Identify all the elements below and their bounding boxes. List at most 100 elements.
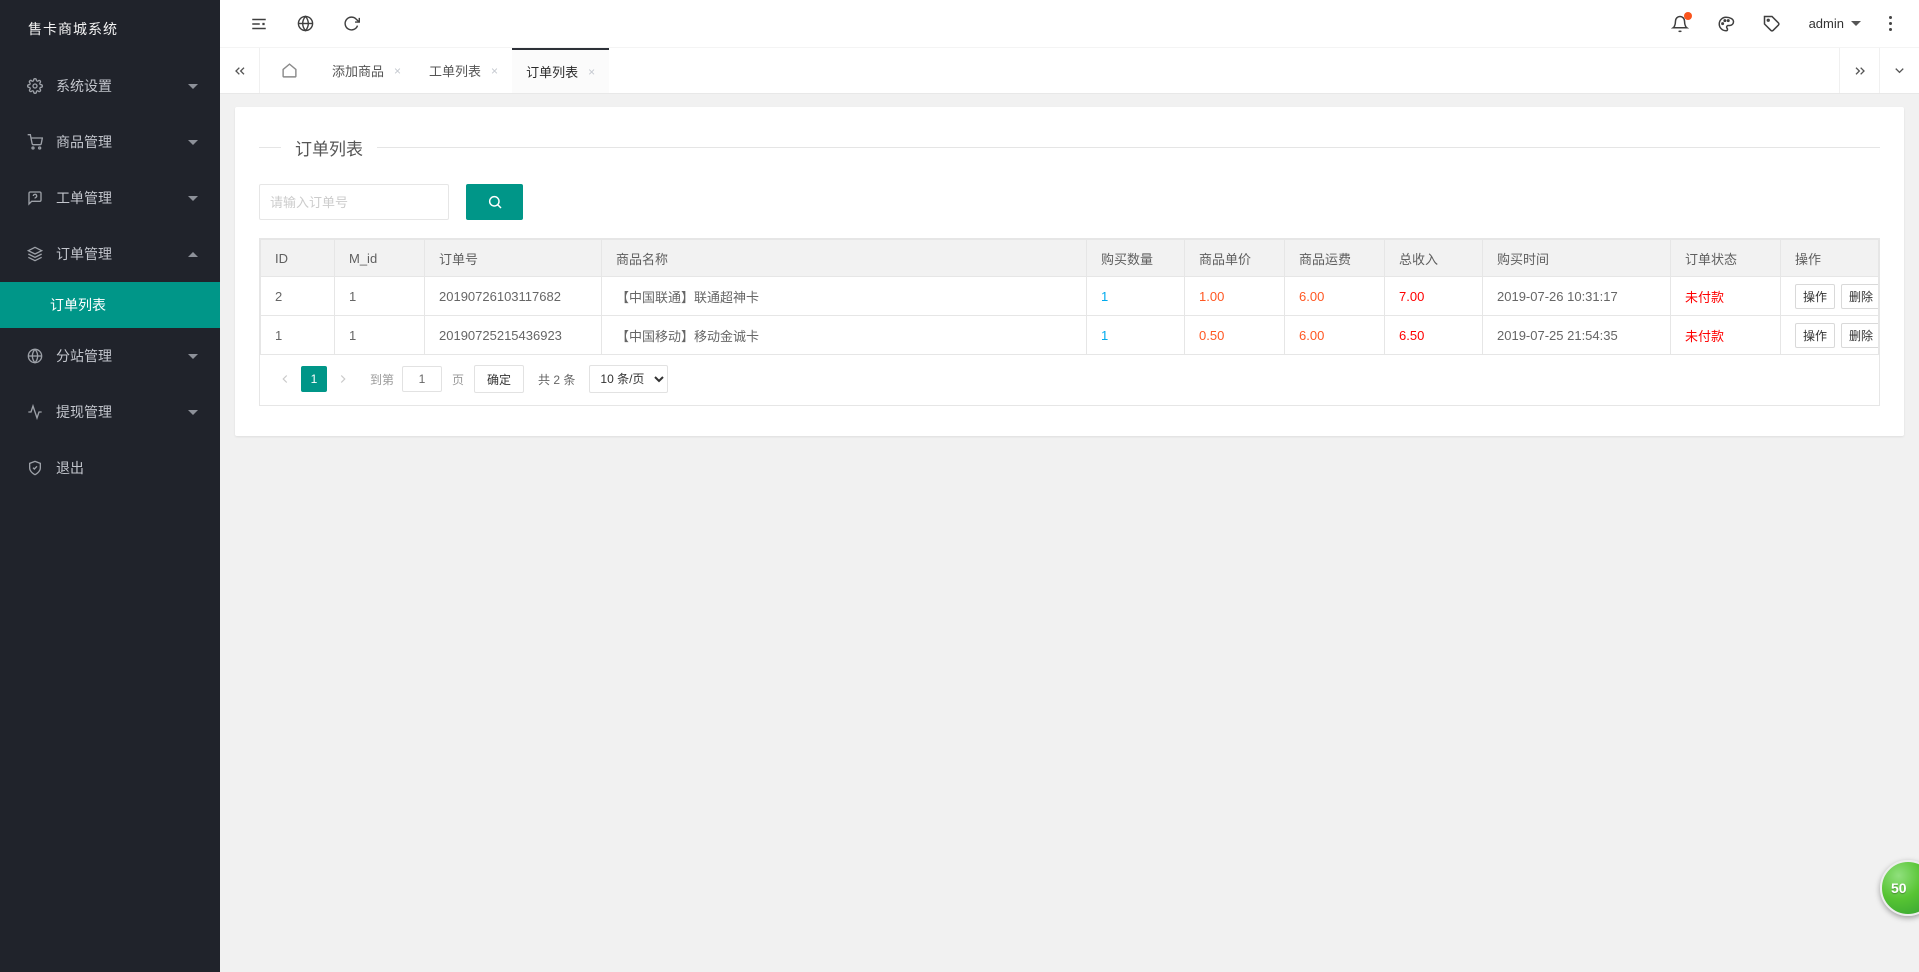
- page-size-select[interactable]: 10 条/页: [589, 365, 668, 393]
- sidebar-item-label: 工单管理: [56, 188, 112, 208]
- globe-icon: [26, 348, 43, 365]
- double-chevron-right-icon: [1852, 63, 1868, 79]
- row-action-button[interactable]: 操作: [1795, 284, 1835, 309]
- cell-status: 未付款: [1671, 316, 1781, 355]
- table-header-row: ID M_id 订单号 商品名称 购买数量 商品单价 商品运费 总收入 购买时间…: [261, 240, 1879, 277]
- theme-button[interactable]: [1703, 0, 1749, 48]
- tabs-menu-button[interactable]: [1879, 48, 1919, 93]
- sidebar-subitem-label: 订单列表: [50, 295, 106, 315]
- kebab-icon: [1889, 16, 1892, 19]
- sidebar-item-substation-management[interactable]: 分站管理: [0, 328, 220, 384]
- goto-confirm-button[interactable]: 确定: [474, 365, 524, 393]
- sidebar-item-system-settings[interactable]: 系统设置: [0, 58, 220, 114]
- cell-id: 1: [261, 316, 335, 355]
- close-icon[interactable]: ×: [394, 65, 401, 77]
- order-list-card: 订单列表 ID: [235, 107, 1904, 436]
- cell-total: 7.00: [1385, 277, 1483, 316]
- chevron-down-icon: [188, 410, 198, 415]
- cell-shipping: 6.00: [1285, 316, 1385, 355]
- close-icon[interactable]: ×: [588, 66, 595, 78]
- tabs-scroll-right-button[interactable]: [1839, 48, 1879, 93]
- cell-mid: 1: [335, 316, 425, 355]
- page-title-block: 订单列表: [259, 135, 1880, 160]
- cell-shipping: 6.00: [1285, 277, 1385, 316]
- search-icon: [487, 194, 503, 210]
- ticket-question-icon: [26, 190, 43, 207]
- notifications-button[interactable]: [1657, 0, 1703, 48]
- more-options-button[interactable]: [1875, 0, 1905, 48]
- search-button[interactable]: [466, 184, 523, 220]
- customer-service-float-button[interactable]: 50: [1880, 860, 1919, 916]
- order-number-input[interactable]: [259, 184, 449, 220]
- chevron-down-icon: [188, 84, 198, 89]
- sidebar-item-ticket-management[interactable]: 工单管理: [0, 170, 220, 226]
- col-header-shipping: 商品运费: [1285, 240, 1385, 277]
- cart-icon: [26, 134, 43, 151]
- tab-ticket-list[interactable]: 工单列表 ×: [415, 48, 512, 93]
- refresh-button[interactable]: [328, 0, 374, 48]
- home-icon: [281, 62, 298, 79]
- cell-status: 未付款: [1671, 277, 1781, 316]
- sidebar-item-label: 提现管理: [56, 402, 112, 422]
- col-header-mid: M_id: [335, 240, 425, 277]
- table-row: 2 1 20190726103117682 【中国联通】联通超神卡 1 1.00…: [261, 277, 1879, 316]
- user-menu[interactable]: admin: [1795, 0, 1875, 48]
- tab-add-product[interactable]: 添加商品 ×: [318, 48, 415, 93]
- sidebar: 售卡商城系统 系统设置 商品管理 工单管理: [0, 0, 220, 972]
- chevron-down-icon: [188, 196, 198, 201]
- page-unit-label: 页: [452, 371, 464, 388]
- chevron-down-icon: [1851, 21, 1861, 26]
- cell-id: 2: [261, 277, 335, 316]
- tag-button[interactable]: [1749, 0, 1795, 48]
- goto-page-input[interactable]: [402, 366, 442, 392]
- username-label: admin: [1809, 16, 1844, 31]
- col-header-product: 商品名称: [602, 240, 1087, 277]
- sidebar-item-label: 商品管理: [56, 132, 112, 152]
- cell-time: 2019-07-26 10:31:17: [1483, 277, 1671, 316]
- prev-page-button[interactable]: [272, 366, 298, 392]
- col-header-total: 总收入: [1385, 240, 1483, 277]
- cell-price: 0.50: [1185, 316, 1285, 355]
- cell-total: 6.50: [1385, 316, 1483, 355]
- chevron-left-icon: [278, 372, 292, 386]
- sidebar-item-label: 订单管理: [56, 244, 112, 264]
- close-icon[interactable]: ×: [491, 65, 498, 77]
- cell-product: 【中国移动】移动金诚卡: [602, 316, 1087, 355]
- pulse-icon: [26, 404, 43, 421]
- refresh-icon: [343, 15, 360, 32]
- tab-home[interactable]: [260, 48, 318, 93]
- tabbar: 添加商品 × 工单列表 × 订单列表 ×: [220, 48, 1919, 94]
- cell-actions: 操作删除: [1781, 316, 1879, 355]
- sidebar-item-logout[interactable]: 退出: [0, 440, 220, 496]
- row-action-button[interactable]: 操作: [1795, 323, 1835, 348]
- sidebar-subitem-order-list[interactable]: 订单列表: [0, 282, 220, 328]
- sidebar-item-product-management[interactable]: 商品管理: [0, 114, 220, 170]
- float-badge-label: 50: [1891, 880, 1907, 896]
- cell-order-no: 20190725215436923: [425, 316, 602, 355]
- website-home-button[interactable]: [282, 0, 328, 48]
- tabs-scroll-left-button[interactable]: [220, 48, 260, 93]
- search-row: [259, 184, 1880, 220]
- row-delete-button[interactable]: 删除: [1841, 323, 1878, 348]
- notification-badge-dot: [1684, 12, 1692, 20]
- gear-icon: [26, 78, 43, 95]
- col-header-price: 商品单价: [1185, 240, 1285, 277]
- chevron-up-icon: [188, 252, 198, 257]
- layers-icon: [26, 246, 43, 263]
- row-delete-button[interactable]: 删除: [1841, 284, 1878, 309]
- tab-order-list[interactable]: 订单列表 ×: [512, 48, 609, 93]
- cell-actions: 操作删除: [1781, 277, 1879, 316]
- sidebar-item-order-management[interactable]: 订单管理: [0, 226, 220, 282]
- palette-icon: [1717, 15, 1735, 33]
- chevron-down-icon: [188, 354, 198, 359]
- current-page-button[interactable]: 1: [301, 366, 327, 392]
- pagination: 1 到第 页 确定 共 2 条 10 条/页: [260, 355, 1879, 405]
- collapse-sidebar-button[interactable]: [236, 0, 282, 48]
- cell-qty: 1: [1087, 316, 1185, 355]
- sidebar-item-withdrawal-management[interactable]: 提现管理: [0, 384, 220, 440]
- cell-time: 2019-07-25 21:54:35: [1483, 316, 1671, 355]
- sidebar-item-label: 分站管理: [56, 346, 112, 366]
- content-area: 订单列表 ID: [220, 94, 1919, 972]
- next-page-button[interactable]: [330, 366, 356, 392]
- tab-label: 工单列表: [429, 61, 481, 80]
